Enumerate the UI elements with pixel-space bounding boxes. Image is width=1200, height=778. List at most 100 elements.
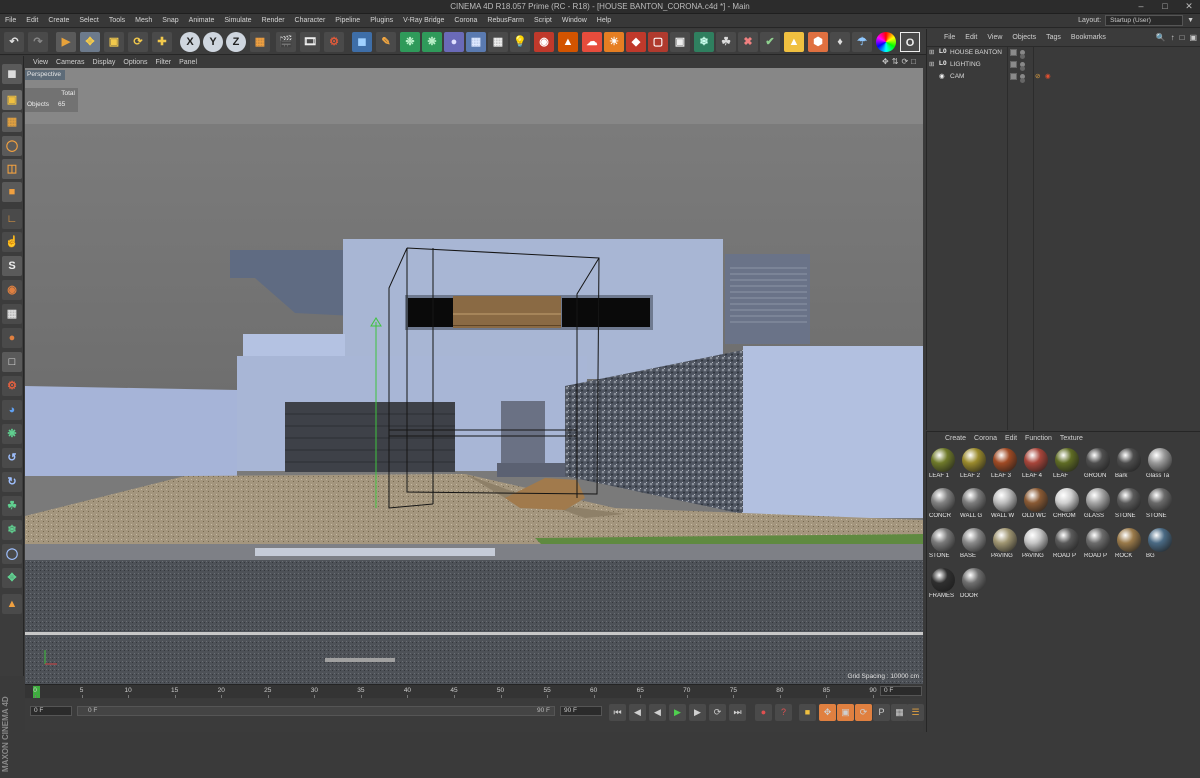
expand-icon[interactable]: ⊞ (929, 60, 934, 68)
material-swatch[interactable]: CONCR (929, 486, 957, 522)
layout-select[interactable]: Startup (User) (1105, 15, 1184, 26)
make-editable-button[interactable]: ◼ (2, 64, 22, 84)
workplane-button[interactable]: ◉ (2, 280, 22, 300)
material-swatch[interactable]: WALL W (991, 486, 1019, 522)
viewport-menu-options[interactable]: Options (119, 59, 151, 66)
material-swatch[interactable]: ROCK (1115, 526, 1143, 562)
material-swatch[interactable]: STONE (1146, 486, 1174, 522)
material-swatch[interactable]: Bark (1115, 446, 1143, 482)
next-frame-button[interactable]: ▶ (689, 704, 706, 721)
layer-visibility-checkbox[interactable] (1010, 49, 1017, 56)
material-swatch[interactable]: PAVING (1022, 526, 1050, 562)
plugin-a-button[interactable]: ❄ (694, 32, 714, 52)
axis-mode-button[interactable]: ∟ (2, 209, 22, 229)
maximize-icon[interactable]: □ (1158, 1, 1172, 12)
z-axis-button[interactable]: Z (226, 32, 246, 52)
plugin-e-button[interactable]: ▲ (784, 32, 804, 52)
viewport[interactable]: Perspective Total Objects 65 Grid Spacin… (25, 68, 923, 684)
protection-tag-icon[interactable]: ⊘ (1035, 72, 1040, 80)
material-swatch[interactable]: LEAF 4 (1022, 446, 1050, 482)
menu-item-v-ray-bridge[interactable]: V-Ray Bridge (398, 17, 449, 24)
plugin-tool-5-button[interactable]: ↻ (2, 472, 22, 492)
material-swatch[interactable]: STONE (1115, 486, 1143, 522)
color-picker-button[interactable] (876, 32, 896, 52)
corona-light-button[interactable]: ▲ (558, 32, 578, 52)
render-view-button[interactable]: 🎬 (276, 32, 296, 52)
material-swatch[interactable]: LEAF 1 (929, 446, 957, 482)
redo-button[interactable]: ↷ (28, 32, 48, 52)
plugin-o-button[interactable]: O (900, 32, 920, 52)
material-swatch[interactable]: OLD WC (1022, 486, 1050, 522)
menu-item-render[interactable]: Render (257, 17, 290, 24)
object-row[interactable]: ◉ CAM ⊘ ◉ (927, 71, 1200, 83)
material-swatch[interactable]: BG (1146, 526, 1174, 562)
plugin-tool-4-button[interactable]: ↺ (2, 448, 22, 468)
camera-label[interactable]: Perspective (25, 70, 65, 80)
plugin-c-button[interactable]: ✖ (738, 32, 758, 52)
material-swatch[interactable]: WALL G (960, 486, 988, 522)
menu-item-animate[interactable]: Animate (184, 17, 220, 24)
snap-button[interactable]: S (2, 256, 22, 276)
menu-item-snap[interactable]: Snap (157, 17, 183, 24)
plugin-tool-3-button[interactable]: ❋ (2, 424, 22, 444)
rotate-tool-button[interactable]: ⟳ (128, 32, 148, 52)
plugin-tool-10-button[interactable]: ▲ (2, 594, 22, 614)
render-visibility-dot[interactable] (1020, 78, 1025, 83)
om-menu-file[interactable]: File (939, 34, 960, 41)
viewport-menu-display[interactable]: Display (88, 59, 119, 66)
mat-menu-corona[interactable]: Corona (970, 435, 1001, 442)
play-button[interactable]: ▶ (669, 704, 686, 721)
render-settings-button[interactable]: ⚙ (324, 32, 344, 52)
menu-item-tools[interactable]: Tools (104, 17, 130, 24)
menu-item-file[interactable]: File (0, 17, 21, 24)
menu-item-help[interactable]: Help (592, 17, 616, 24)
object-name[interactable]: LIGHTING (950, 61, 981, 68)
loop-button[interactable]: ⟳ (709, 704, 726, 721)
light-button[interactable]: 💡 (510, 32, 530, 52)
up-arrow-icon[interactable]: ↑ (1171, 33, 1175, 42)
corona-proxy-button[interactable]: ◆ (626, 32, 646, 52)
menu-item-edit[interactable]: Edit (21, 17, 43, 24)
viewport-menu-cameras[interactable]: Cameras (52, 59, 88, 66)
corona-sun-button[interactable]: ☀ (604, 32, 624, 52)
keyframe-selection-button[interactable]: ■ (799, 704, 816, 721)
scene-render[interactable] (25, 68, 923, 684)
corona-camera-button[interactable]: ◉ (534, 32, 554, 52)
viewport-solo-button[interactable]: □ (2, 352, 22, 372)
material-swatch[interactable]: ROAD P (1084, 526, 1112, 562)
menu-item-simulate[interactable]: Simulate (219, 17, 256, 24)
menu-item-plugins[interactable]: Plugins (365, 17, 398, 24)
pen-spline-button[interactable]: ✎ (376, 32, 396, 52)
plugin-g-button[interactable]: ♦ (830, 32, 850, 52)
mat-menu-edit[interactable]: Edit (1001, 435, 1021, 442)
start-frame-field[interactable]: 0 F (30, 706, 72, 716)
plugin-h-button[interactable]: ☂ (852, 32, 872, 52)
viewport-menu-panel[interactable]: Panel (175, 59, 201, 66)
menu-item-mesh[interactable]: Mesh (130, 17, 157, 24)
material-swatch[interactable]: LEAF (1053, 446, 1081, 482)
object-name[interactable]: CAM (950, 73, 964, 80)
om-menu-bookmarks[interactable]: Bookmarks (1066, 34, 1111, 41)
menu-item-rebusfarm[interactable]: RebusFarm (482, 17, 529, 24)
scale-tool-button[interactable]: ▣ (104, 32, 124, 52)
material-swatch[interactable]: FRAMES (929, 566, 957, 602)
material-swatch[interactable]: GROUN (1084, 446, 1112, 482)
floor-button[interactable]: ▦ (466, 32, 486, 52)
timeline-ruler[interactable]: 0 5 10 15 20 25 30 35 40 45 50 55 60 65 70 75 80 85 90 (25, 684, 900, 698)
viewport-menu-view[interactable]: View (29, 59, 52, 66)
end-frame-field[interactable]: 90 F (560, 706, 602, 716)
viewport-navigation-icons[interactable]: ✥⇅⟳□ (882, 57, 919, 66)
previous-key-button[interactable]: ◀ (629, 704, 646, 721)
search-icon[interactable]: 🔍 (1156, 33, 1166, 42)
material-swatch[interactable]: LEAF 3 (991, 446, 1019, 482)
mat-menu-function[interactable]: Function (1021, 435, 1056, 442)
window-icon[interactable]: □ (1180, 33, 1185, 42)
go-to-start-button[interactable]: ⏮ (609, 704, 626, 721)
object-row[interactable]: ⊞ L0 HOUSE BANTON (927, 47, 1200, 59)
go-to-end-button[interactable]: ⏭ (729, 704, 746, 721)
corona-camera-tag-icon[interactable]: ◉ (1045, 72, 1051, 80)
undo-button[interactable]: ↶ (4, 32, 24, 52)
record-keys-button[interactable]: ● (755, 704, 772, 721)
solo-button[interactable]: ● (2, 328, 22, 348)
material-swatch[interactable]: LEAF 2 (960, 446, 988, 482)
